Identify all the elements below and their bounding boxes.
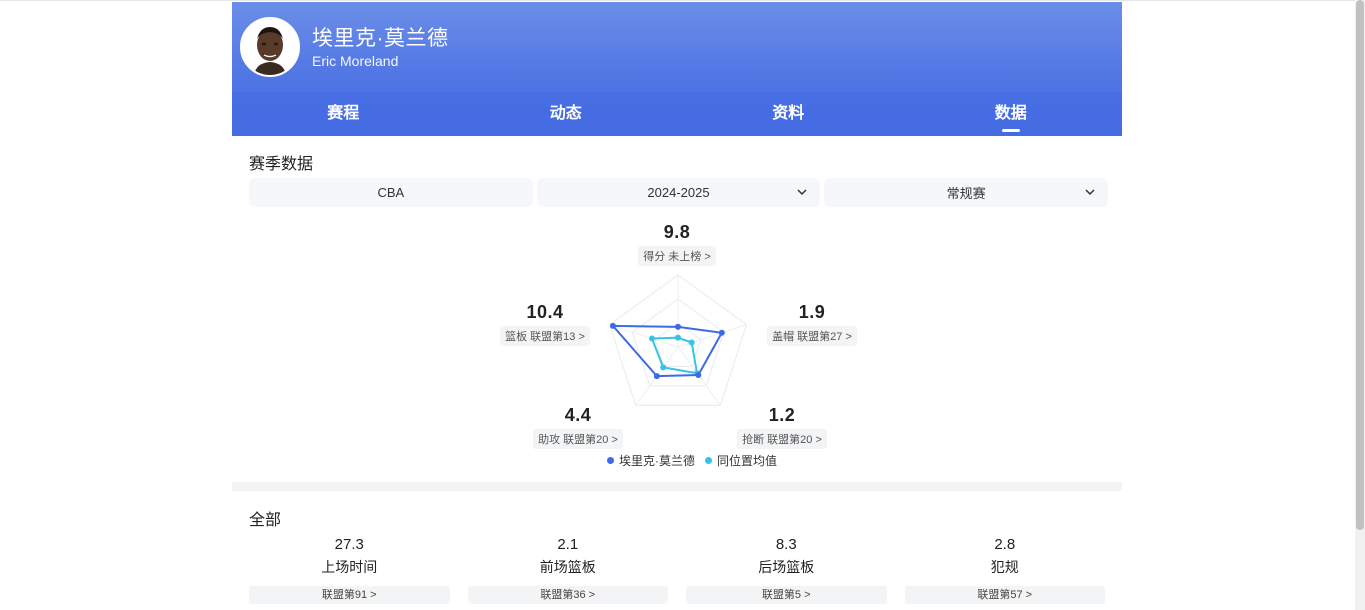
radar-axis-spoke [609, 324, 679, 348]
stat-blocks-rank: 盖帽 联盟第27 > [767, 326, 857, 346]
radar-player-point [718, 329, 725, 336]
tab-bar: 赛程 动态 资料 数据 [232, 92, 1122, 136]
all-stat-label: 前场篮板 [539, 559, 596, 575]
all-stat-rank-link[interactable]: 联盟第91 > [249, 586, 450, 604]
all-stat-value: 2.1 [557, 536, 579, 553]
stat-assists-value: 4.4 [564, 405, 592, 425]
legend-player-label: 埃里克·莫兰德 [618, 454, 695, 468]
radar-average-point [648, 335, 655, 342]
tab-stats[interactable]: 数据 [900, 92, 1123, 136]
season-select-value: 2024-2025 [647, 185, 710, 200]
radar-player-point [695, 371, 702, 378]
radar-player-point [653, 373, 660, 380]
tab-schedule[interactable]: 赛程 [232, 92, 455, 136]
all-stat-rank-link[interactable]: 联盟第57 > [904, 586, 1105, 604]
tab-news[interactable]: 动态 [455, 92, 678, 136]
radar-average-point [675, 334, 681, 341]
stat-blocks[interactable]: 1.9 盖帽 联盟第27 > [762, 302, 862, 346]
stat-assists[interactable]: 4.4 助攻 联盟第20 > [528, 405, 628, 449]
player-avatar [240, 17, 300, 77]
all-stat-value: 27.3 [334, 536, 364, 553]
chevron-down-icon [797, 189, 807, 196]
stat-points[interactable]: 9.8 得分 未上榜 > [627, 222, 727, 266]
stat-steals[interactable]: 1.2 抢断 联盟第20 > [732, 405, 832, 449]
radar-player-point [609, 322, 616, 329]
stat-rebounds-value: 10.4 [526, 302, 564, 322]
stat-assists-rank: 助攻 联盟第20 > [533, 429, 623, 449]
stat-steals-rank: 抢断 联盟第20 > [737, 429, 827, 449]
player-header: 埃里克·莫兰德 Eric Moreland 赛程 动态 资料 数据 [232, 2, 1122, 136]
scrollbar-thumb[interactable] [1356, 0, 1364, 530]
all-stat-cell: 27.3 上场时间 联盟第91 > [249, 536, 450, 604]
chevron-down-icon [1085, 189, 1095, 196]
all-stat-rank-link[interactable]: 联盟第5 > [686, 586, 887, 604]
all-stat-cell: 8.3 后场篮板 联盟第5 > [686, 536, 887, 604]
radar-chart-area: 9.8 得分 未上榜 > 1.9 盖帽 联盟第27 > 1.2 抢断 联盟第20… [232, 212, 1122, 482]
all-stats-grid: 27.3 上场时间 联盟第91 > 2.1 前场篮板 联盟第36 > 8.3 后… [249, 536, 1105, 604]
all-stat-rank-link[interactable]: 联盟第36 > [467, 586, 668, 604]
legend-average: 同位置均值 [704, 452, 777, 469]
legend-player-dot [606, 457, 614, 464]
page-scrollbar[interactable] [1355, 0, 1365, 610]
tab-profile[interactable]: 资料 [677, 92, 900, 136]
avatar-image [242, 19, 298, 75]
league-select[interactable]: CBA [249, 178, 533, 207]
radar-average-point [660, 364, 667, 371]
stage-select[interactable]: 常规赛 [824, 178, 1109, 207]
radar-legend: 埃里克·莫兰德 同位置均值 [592, 452, 792, 469]
all-stat-value: 8.3 [775, 536, 797, 553]
stage-select-value: 常规赛 [946, 186, 986, 201]
top-border [0, 0, 1355, 1]
stat-rebounds-rank: 篮板 联盟第13 > [500, 326, 590, 346]
legend-average-dot [704, 457, 712, 464]
season-select[interactable]: 2024-2025 [536, 178, 821, 207]
radar-player-point [675, 323, 681, 330]
legend-player: 埃里克·莫兰德 [606, 452, 695, 469]
player-name-en: Eric Moreland [312, 53, 399, 69]
page: 埃里克·莫兰德 Eric Moreland 赛程 动态 资料 数据 赛季数据 C… [0, 0, 1365, 610]
all-stat-cell: 2.1 前场篮板 联盟第36 > [467, 536, 668, 604]
player-name-cn: 埃里克·莫兰德 [312, 27, 449, 50]
all-stat-label: 犯规 [990, 559, 1019, 575]
stat-blocks-value: 1.9 [798, 302, 826, 322]
all-stat-label: 后场篮板 [758, 559, 815, 575]
stat-points-value: 9.8 [663, 222, 691, 242]
league-select-value: CBA [377, 185, 405, 200]
player-panel: 埃里克·莫兰德 Eric Moreland 赛程 动态 资料 数据 赛季数据 C… [232, 2, 1122, 610]
stat-points-rank: 得分 未上榜 > [638, 246, 716, 266]
all-stat-label: 上场时间 [321, 559, 378, 575]
season-filters: CBA 2024-2025 常规赛 [249, 178, 1109, 207]
all-stats-title: 全部 [249, 512, 282, 529]
all-stat-value: 2.8 [994, 536, 1016, 553]
legend-average-label: 同位置均值 [716, 454, 777, 468]
season-stats-title: 赛季数据 [249, 156, 314, 173]
stat-rebounds[interactable]: 10.4 篮板 联盟第13 > [495, 302, 595, 346]
section-divider [232, 482, 1122, 491]
all-stat-cell: 2.8 犯规 联盟第57 > [904, 536, 1105, 604]
radar-average-point [688, 339, 695, 346]
stat-steals-value: 1.2 [768, 405, 796, 425]
